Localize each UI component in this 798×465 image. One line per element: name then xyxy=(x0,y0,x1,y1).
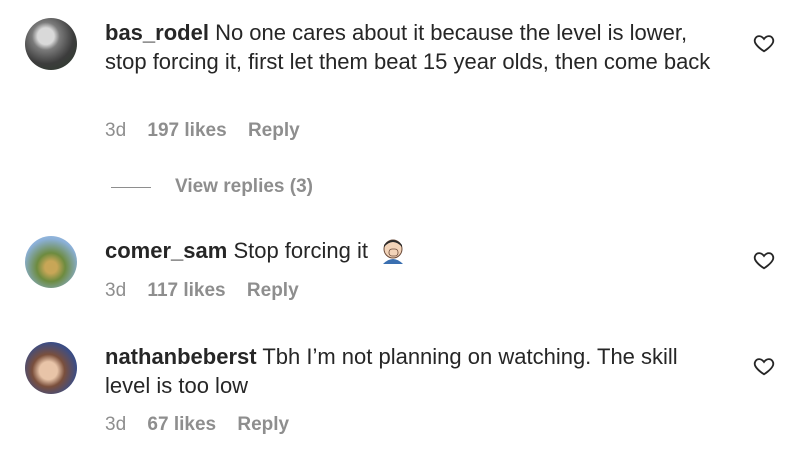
reply-button[interactable]: Reply xyxy=(237,414,289,435)
comment-body: comer_sam Stop forcing it xyxy=(105,236,725,265)
avatar[interactable] xyxy=(25,18,77,70)
likes-count[interactable]: 67 likes xyxy=(147,414,216,435)
likes-count[interactable]: 117 likes xyxy=(147,280,225,301)
view-replies-button[interactable]: View replies (3) xyxy=(111,176,313,198)
avatar[interactable] xyxy=(25,342,77,394)
comment-meta: 3d 67 likes Reply xyxy=(105,414,305,436)
divider xyxy=(111,186,151,188)
timestamp: 3d xyxy=(105,280,127,301)
face-palm-emoji xyxy=(383,239,404,264)
timestamp: 3d xyxy=(105,120,127,141)
timestamp: 3d xyxy=(105,414,127,435)
comment-body: bas_rodel No one cares about it because … xyxy=(105,18,725,76)
likes-count[interactable]: 197 likes xyxy=(147,120,226,141)
view-replies-label: View replies (3) xyxy=(175,176,313,197)
heart-icon[interactable] xyxy=(753,355,775,377)
reply-button[interactable]: Reply xyxy=(248,120,300,141)
heart-icon[interactable] xyxy=(753,32,775,54)
comment-meta: 3d 197 likes Reply xyxy=(105,120,316,142)
username[interactable]: nathanbeberst xyxy=(105,344,257,369)
username[interactable]: bas_rodel xyxy=(105,20,209,45)
heart-icon[interactable] xyxy=(753,249,775,271)
comment-text: Stop forcing it xyxy=(233,238,368,263)
avatar[interactable] xyxy=(25,236,77,288)
comment-body: nathanbeberst Tbh I’m not planning on wa… xyxy=(105,342,725,400)
comment-meta: 3d 117 likes Reply xyxy=(105,280,315,302)
username[interactable]: comer_sam xyxy=(105,238,227,263)
reply-button[interactable]: Reply xyxy=(247,280,299,301)
